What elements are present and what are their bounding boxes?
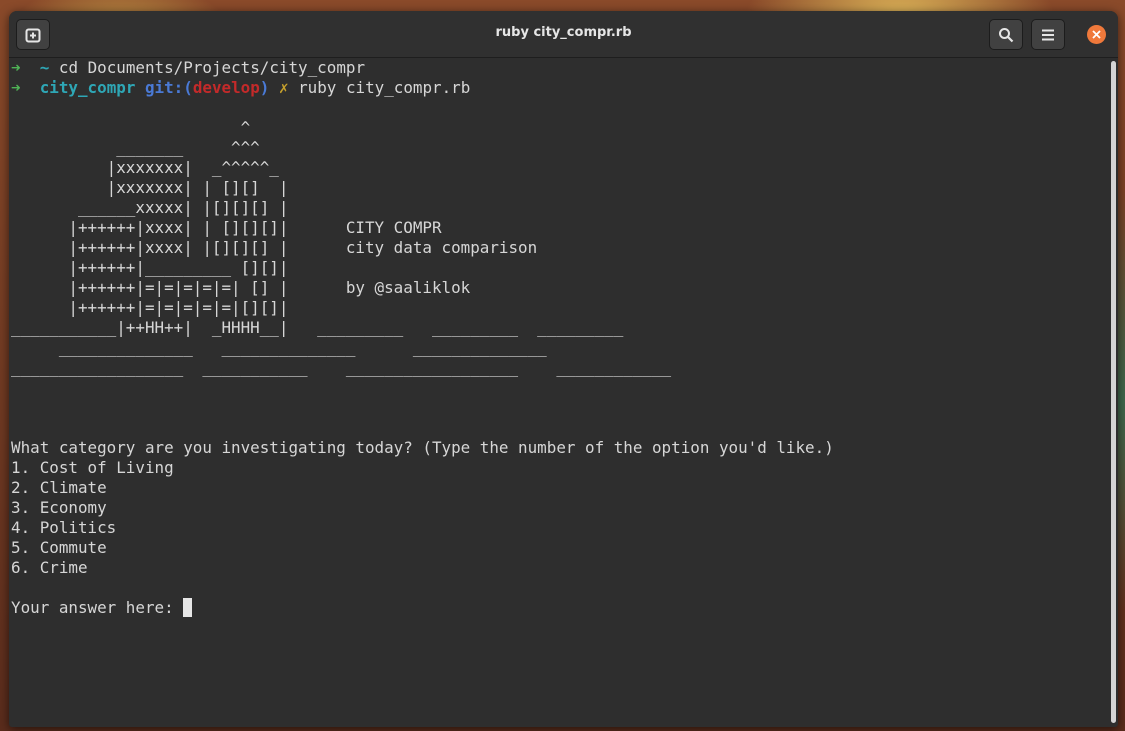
- hamburger-menu-icon: [1042, 29, 1054, 40]
- terminal-output[interactable]: ➜ ~ cd Documents/Projects/city_compr ➜ c…: [11, 58, 1106, 727]
- answer-input-line[interactable]: Your answer here:: [11, 598, 1106, 618]
- ascii-art-line: ___________|++HH++| _HHHH__| _________ _…: [11, 318, 624, 337]
- git-prefix: git:(: [144, 78, 193, 97]
- option-item: 4. Politics: [11, 518, 117, 537]
- ascii-art-line: |++++++|xxxx| |[][][] | city data compar…: [11, 238, 538, 257]
- text-cursor[interactable]: [183, 598, 193, 617]
- question-text: What category are you investigating toda…: [11, 438, 834, 457]
- ascii-art-line: |++++++|=|=|=|=|=| [] | by @saaliklok: [11, 278, 471, 297]
- window-title: ruby city_compr.rb: [495, 25, 632, 40]
- option-item: 1. Cost of Living: [11, 458, 174, 477]
- dirty-marker: ✗: [278, 78, 289, 97]
- title-bar[interactable]: ruby city_compr.rb: [9, 11, 1118, 58]
- menu-button[interactable]: [1031, 19, 1065, 50]
- ascii-art-line: __________________ ___________ _________…: [11, 358, 672, 377]
- search-icon: [999, 27, 1014, 42]
- ascii-art-line: ______________ ______________ __________…: [11, 338, 547, 357]
- ascii-art-banner: ^ _______ ^^^ |xxxxxxx| _^^^^^_ |xxxxxxx…: [11, 118, 1106, 378]
- git-branch: develop: [192, 78, 260, 97]
- scrollbar[interactable]: [1111, 61, 1116, 723]
- prompt-arrow: ➜: [11, 78, 21, 97]
- ascii-art-line: |xxxxxxx| _^^^^^_: [11, 158, 279, 177]
- ascii-art-line: |++++++|_________ [][]|: [11, 258, 289, 277]
- option-item: 2. Climate: [11, 478, 107, 497]
- close-icon: [1092, 30, 1101, 39]
- option-item: 3. Economy: [11, 498, 107, 517]
- option-item: 6. Crime: [11, 558, 88, 577]
- ascii-art-line: |++++++|xxxx| | [][][]| CITY COMPR: [11, 218, 442, 237]
- terminal-window: ruby city_compr.rb ➜ ~ cd Documents/Proj…: [9, 11, 1118, 727]
- prompt-arrow: ➜: [11, 58, 21, 77]
- current-dir: ~: [39, 58, 50, 77]
- ascii-art-line: ^: [11, 118, 251, 137]
- options-list: 1. Cost of Living 2. Climate 3. Economy 4. …: [11, 458, 1106, 578]
- prompt-line-1: ➜ ~ cd Documents/Projects/city_compr: [11, 58, 1106, 78]
- current-dir: city_compr: [39, 78, 136, 97]
- ascii-art-line: ______xxxxx| |[][][] |: [11, 198, 289, 217]
- ascii-art-line: _______ ^^^: [11, 138, 260, 157]
- option-item: 5. Commute: [11, 538, 107, 557]
- git-suffix: ): [259, 78, 270, 97]
- search-button[interactable]: [989, 19, 1023, 50]
- close-button[interactable]: [1087, 25, 1106, 44]
- command-text: cd Documents/Projects/city_compr: [58, 58, 366, 77]
- command-text: ruby city_compr.rb: [298, 78, 471, 97]
- ascii-art-line: |xxxxxxx| | [][] |: [11, 178, 289, 197]
- prompt-line-2: ➜ city_compr git:(develop) ✗ ruby city_c…: [11, 78, 1106, 98]
- ascii-art-line: |++++++|=|=|=|=|=|[][]|: [11, 298, 289, 317]
- answer-prompt: Your answer here:: [11, 598, 184, 617]
